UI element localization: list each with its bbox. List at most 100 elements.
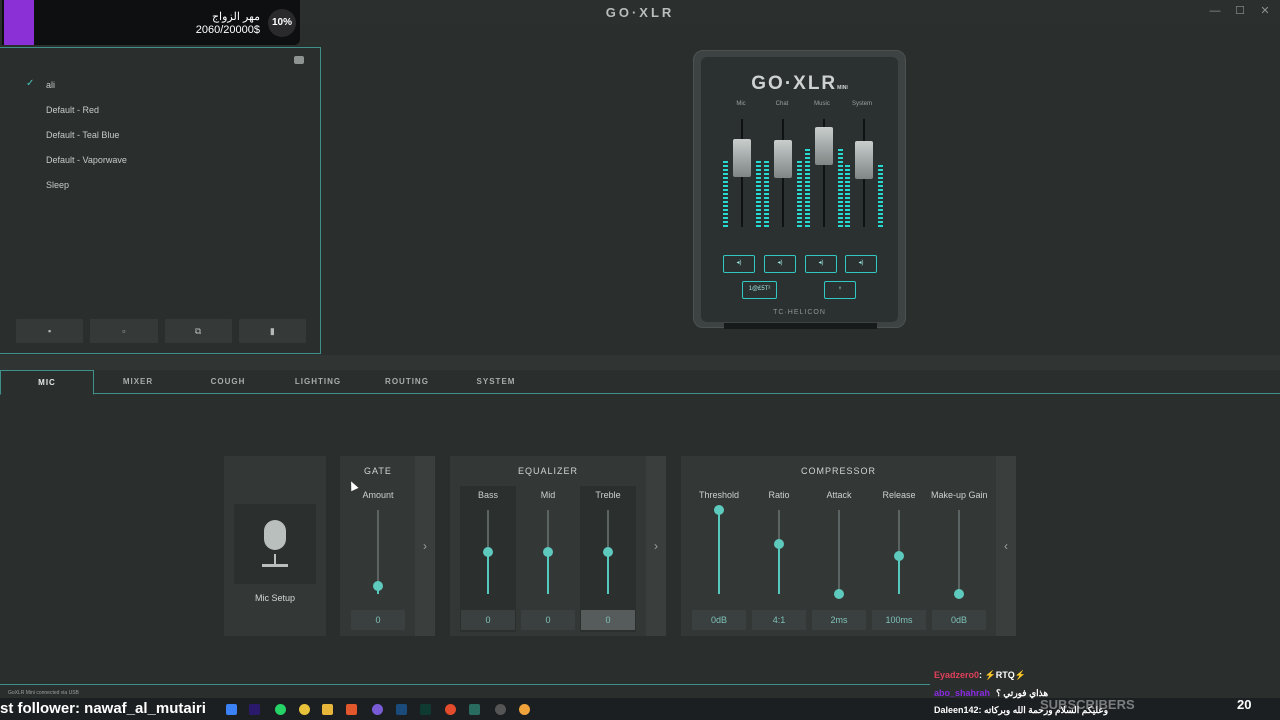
latest-follower-ticker: st follower: nawaf_al_mutairi [0, 700, 206, 717]
equalizer-title: EQUALIZER [517, 466, 578, 476]
slider-label: Release [882, 490, 916, 500]
device-fader[interactable] [841, 119, 887, 227]
chrome-icon[interactable] [299, 704, 310, 715]
active-app-icon[interactable] [469, 704, 480, 715]
fader-knob[interactable] [733, 138, 751, 177]
mic-setup-panel[interactable]: Mic Setup [224, 456, 326, 636]
settings-icon[interactable] [495, 704, 506, 715]
slider-handle[interactable] [834, 589, 844, 599]
tab-mixer[interactable]: MIXER [110, 370, 166, 394]
eq-treble-slider[interactable]: Treble 0 [580, 486, 636, 632]
slider-fill [547, 552, 549, 594]
profile-actions: ▪ ▫ ⧉ ▮ [16, 319, 306, 343]
comp-threshold-slider[interactable]: Threshold 0dB [691, 486, 747, 632]
profile-item[interactable]: Default - Red [26, 105, 127, 130]
level-meter [845, 164, 850, 227]
minimize-button[interactable]: — [1208, 4, 1222, 18]
slider-value[interactable]: 100ms [872, 610, 926, 630]
profile-item[interactable]: Default - Teal Blue [26, 130, 127, 155]
profile-item[interactable]: ✓ ali [26, 79, 127, 105]
profile-item[interactable]: Default - Vaporwave [26, 155, 127, 180]
gate-expand-arrow[interactable]: › [415, 456, 435, 636]
maximize-button[interactable]: ☐ [1233, 4, 1247, 18]
slider-handle[interactable] [774, 538, 784, 549]
camera-icon[interactable] [294, 56, 304, 64]
subscribers-banner: SUBSCRIBERS [1040, 697, 1135, 712]
delete-profile-button[interactable]: ▮ [238, 319, 306, 343]
slider-value[interactable]: 0 [351, 610, 405, 630]
mic-mute-button[interactable]: ♆ [824, 281, 856, 299]
channel-label: Music [814, 101, 830, 107]
save-profile-button[interactable]: ▪ [16, 319, 84, 343]
fader-knob[interactable] [815, 127, 833, 166]
mute-button-music[interactable]: ◂) [805, 255, 837, 273]
slider-handle[interactable] [894, 551, 904, 562]
donation-progress-fill [4, 0, 34, 45]
profile-label: Sleep [46, 180, 70, 190]
slider-label: Make-up Gain [931, 490, 988, 500]
tab-system[interactable]: SYSTEM [467, 370, 525, 394]
slider-label: Threshold [698, 490, 740, 500]
duplicate-profile-button[interactable]: ⧉ [164, 319, 232, 343]
mute-button-mic[interactable]: ◂) [723, 255, 755, 273]
slider-value[interactable]: 4:1 [752, 610, 806, 630]
gate-amount-slider[interactable]: Amount 0 [350, 486, 406, 632]
donation-percent: 10% [268, 9, 296, 37]
profile-label: ali [46, 80, 56, 90]
compressor-collapse-arrow[interactable]: ‹ [996, 456, 1016, 636]
mute-button-system[interactable]: ◂) [845, 255, 877, 273]
splitter[interactable] [0, 355, 1280, 370]
tab-lighting[interactable]: LIGHTING [285, 370, 351, 394]
folder-icon[interactable] [322, 704, 333, 715]
steam-icon[interactable] [396, 704, 407, 715]
profile-label: Default - Red [46, 105, 100, 115]
comp-ratio-slider[interactable]: Ratio 4:1 [751, 486, 807, 632]
tab-routing[interactable]: ROUTING [378, 370, 436, 394]
premiere-icon[interactable] [249, 704, 260, 715]
fader-knob[interactable] [774, 140, 792, 178]
compressor-panel: COMPRESSOR Threshold 0dB Ratio 4:1 Attac… [681, 456, 996, 636]
new-file-icon: ▫ [122, 326, 126, 336]
tab-mic[interactable]: MIC [0, 370, 94, 395]
profile-item[interactable]: Sleep [26, 180, 127, 205]
device-fader[interactable] [760, 119, 806, 227]
slider-handle[interactable] [483, 547, 493, 557]
donation-title: مهر الزواج [211, 11, 260, 23]
slider-value[interactable]: 0dB [692, 610, 746, 630]
close-button[interactable]: ✕ [1258, 4, 1272, 18]
whatsapp-icon[interactable] [275, 704, 286, 715]
fader-knob[interactable] [855, 141, 873, 180]
profile-list: ✓ ali Default - Red Default - Teal Blue D… [26, 79, 127, 205]
slider-value[interactable]: 0 [461, 610, 515, 630]
slider-handle[interactable] [714, 505, 724, 515]
comp-makeup-gain-slider[interactable]: Make-up Gain 0dB [931, 486, 988, 632]
slider-handle[interactable] [954, 589, 964, 599]
slider-label: Amount [362, 490, 394, 500]
eq-expand-arrow[interactable]: › [646, 456, 666, 636]
obs-icon[interactable] [372, 704, 383, 715]
eq-bass-slider[interactable]: Bass 0 [460, 486, 516, 632]
slider-value[interactable]: 0 [581, 610, 635, 630]
mute-button-chat[interactable]: ◂) [764, 255, 796, 273]
slider-handle[interactable] [543, 547, 553, 557]
firefox-icon[interactable] [519, 704, 530, 715]
comp-release-slider[interactable]: Release 100ms [871, 486, 927, 632]
slider-value[interactable]: 0 [521, 610, 575, 630]
tab-cough[interactable]: COUGH [200, 370, 256, 394]
calendar-icon[interactable] [226, 704, 237, 715]
brave-icon[interactable] [346, 704, 357, 715]
new-profile-button[interactable]: ▫ [90, 319, 158, 343]
slider-value[interactable]: 0dB [932, 610, 986, 630]
goxlr-taskbar-icon[interactable] [420, 704, 431, 715]
channel-label: System [851, 101, 872, 107]
save-icon: ▪ [48, 326, 52, 336]
slider-handle[interactable] [603, 547, 613, 557]
device-fader[interactable] [719, 119, 765, 227]
app-icon[interactable] [445, 704, 456, 715]
slider-fill [607, 552, 609, 594]
slider-value[interactable]: 2ms [812, 610, 866, 630]
bleep-button[interactable]: 1@£5T² [742, 281, 777, 299]
comp-attack-slider[interactable]: Attack 2ms [811, 486, 867, 632]
eq-mid-slider[interactable]: Mid 0 [520, 486, 576, 632]
slider-handle[interactable] [373, 580, 383, 591]
